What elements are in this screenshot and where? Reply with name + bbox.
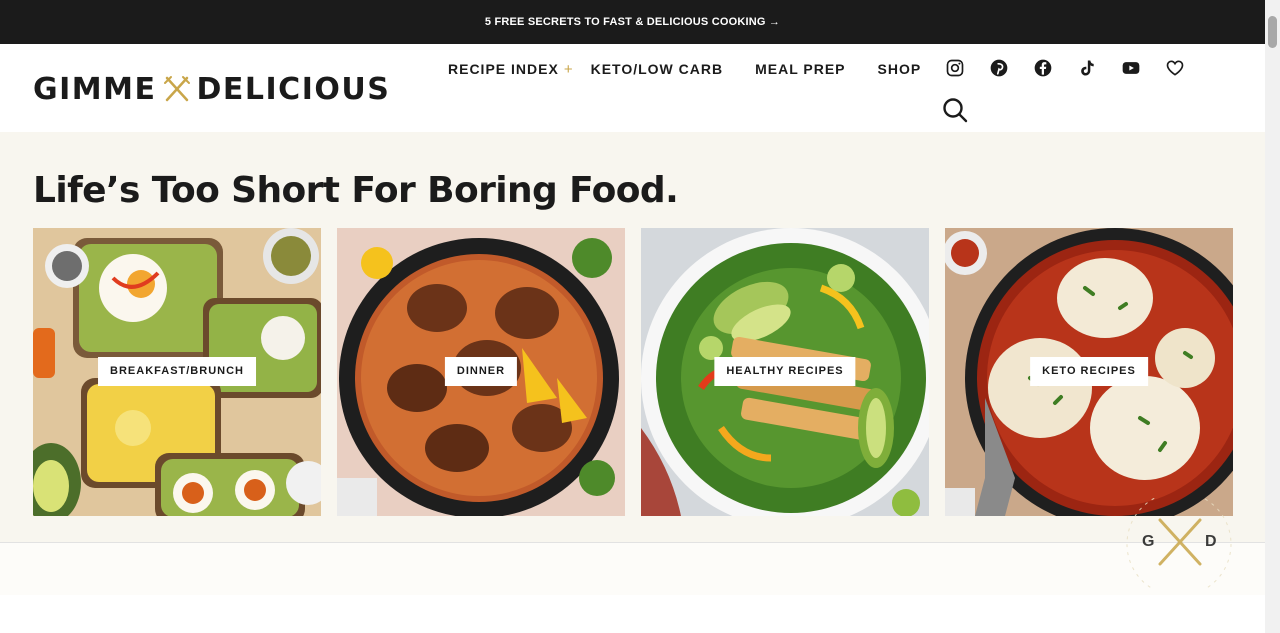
brand-badge-watermark: G D (1126, 498, 1232, 588)
nav-recipe-index[interactable]: RECIPE INDEX + (448, 61, 574, 78)
nav-shop[interactable]: SHOP (878, 61, 922, 77)
instagram-icon[interactable] (943, 56, 967, 80)
category-card-healthy-recipes[interactable]: HEALTHY RECIPES (641, 228, 929, 516)
card-label-keto-recipes: KETO RECIPES (1030, 357, 1148, 386)
category-card-dinner[interactable]: DINNER (337, 228, 625, 516)
promo-link[interactable]: 5 FREE SECRETS TO FAST & DELICIOUS COOKI… (485, 16, 780, 28)
logo-text-right: DELICIOUS (196, 71, 391, 107)
tiktok-icon[interactable] (1075, 56, 1099, 80)
page-scrollbar[interactable] (1265, 0, 1280, 633)
promo-bar: 5 FREE SECRETS TO FAST & DELICIOUS COOKI… (0, 0, 1265, 44)
plus-icon[interactable]: + (564, 61, 574, 78)
pinterest-icon[interactable] (987, 56, 1011, 80)
main-nav: RECIPE INDEX + KETO/LOW CARB MEAL PREP SH… (448, 59, 921, 79)
scrollbar-thumb[interactable] (1268, 16, 1277, 48)
nav-recipe-index-label: RECIPE INDEX (448, 60, 559, 77)
badge-letter-left: G (1142, 533, 1154, 550)
hero-title: Life’s Too Short For Boring Food. (33, 170, 679, 211)
card-label-breakfast-brunch: BREAKFAST/BRUNCH (98, 357, 256, 386)
logo-text-left: GIMME (33, 71, 157, 107)
youtube-icon[interactable] (1119, 56, 1143, 80)
facebook-icon[interactable] (1031, 56, 1055, 80)
heart-icon[interactable] (1163, 56, 1187, 80)
category-card-breakfast-brunch[interactable]: BREAKFAST/BRUNCH (33, 228, 321, 516)
fork-knife-logo-icon (163, 76, 190, 102)
nav-keto-low-carb[interactable]: KETO/LOW CARB (591, 61, 724, 77)
card-label-dinner: DINNER (444, 357, 518, 386)
category-card-keto-recipes[interactable]: KETO RECIPES (945, 228, 1233, 516)
hero-section: Life’s Too Short For Boring Food. BREAKF… (0, 132, 1265, 542)
site-logo[interactable]: GIMME DELICIOUS (33, 71, 391, 107)
card-label-healthy-recipes: HEALTHY RECIPES (714, 357, 856, 386)
site-header: GIMME DELICIOUS RECIPE INDEX + KETO/LOW C… (0, 44, 1265, 132)
badge-letter-right: D (1205, 533, 1217, 550)
search-icon[interactable] (942, 97, 968, 123)
below-fold-area (0, 543, 1265, 595)
nav-meal-prep[interactable]: MEAL PREP (755, 61, 845, 77)
